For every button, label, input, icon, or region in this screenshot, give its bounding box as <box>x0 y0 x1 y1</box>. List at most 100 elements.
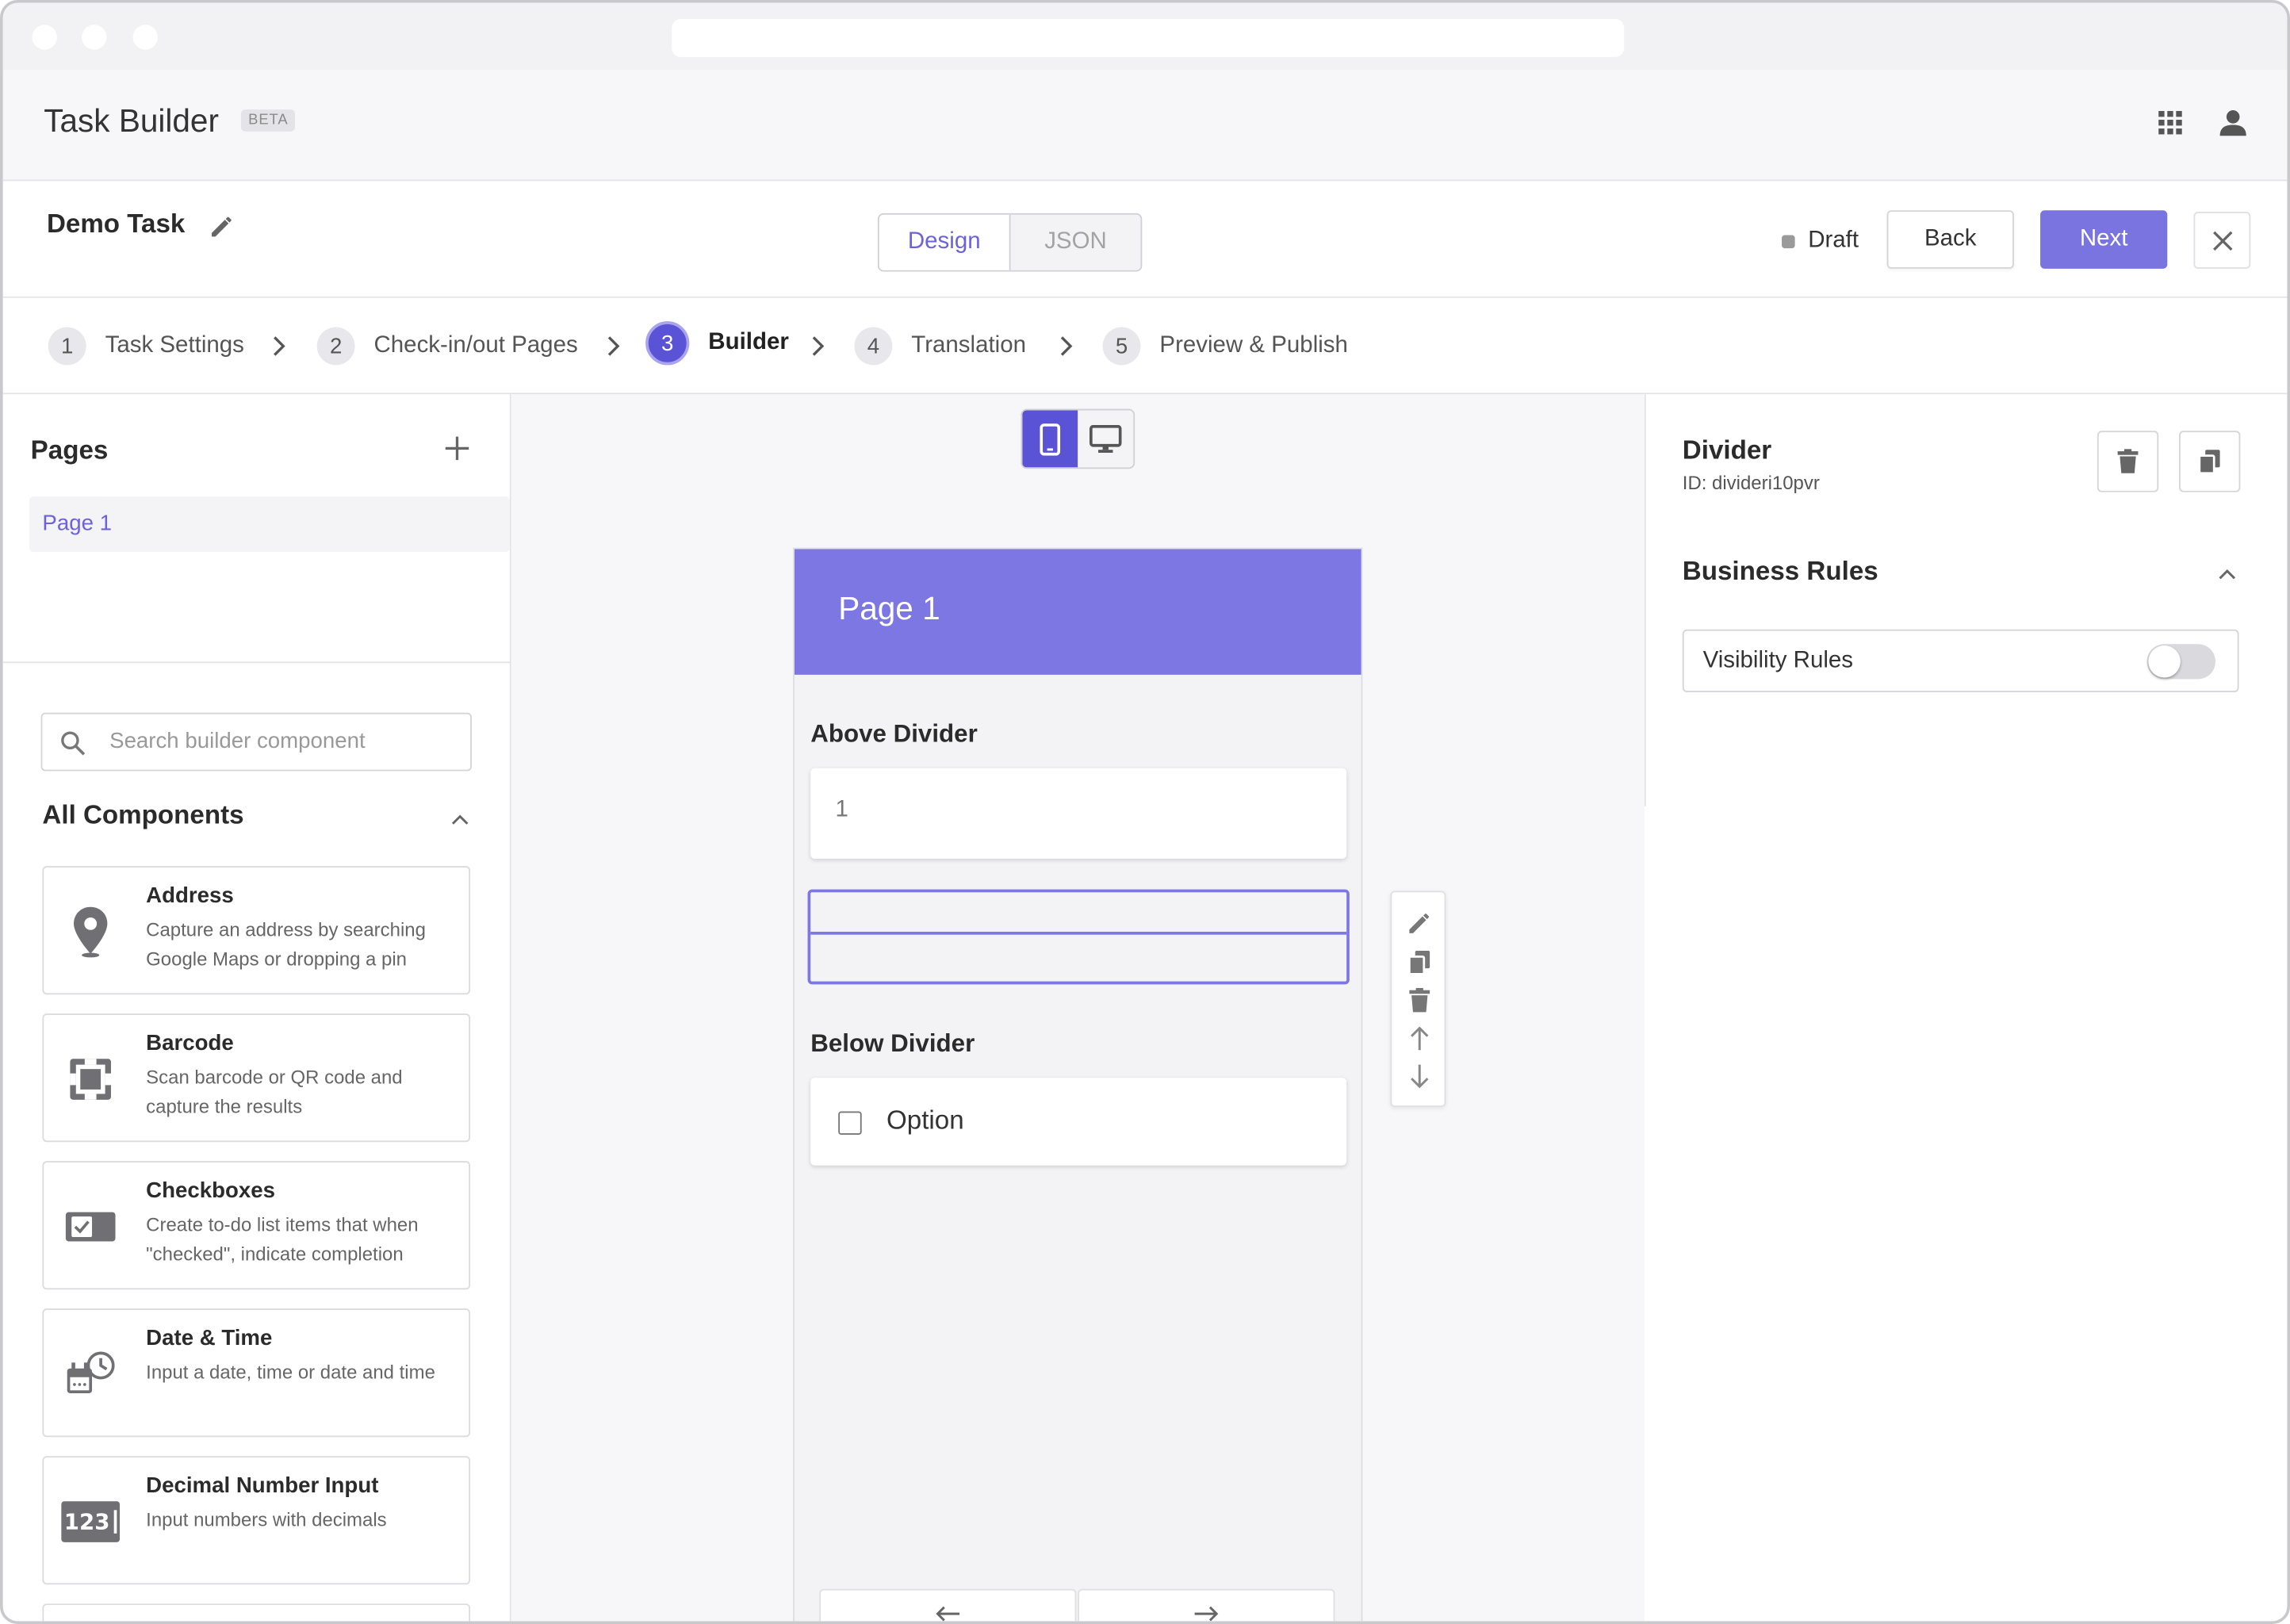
component-card-date-time[interactable]: Date & Time Input a date, time or date a… <box>42 1308 471 1438</box>
component-card-checkboxes[interactable]: Checkboxes Create to-do list items that … <box>42 1161 471 1290</box>
component-name: Divider <box>1682 435 1772 465</box>
component-description: Create to-do list items that when "check… <box>146 1213 419 1265</box>
step-translation[interactable]: 4 Translation <box>854 326 1026 367</box>
component-title: Address <box>146 883 234 909</box>
pages-heading: Pages <box>30 435 109 465</box>
arrow-left-icon <box>936 1606 960 1622</box>
mobile-preview: Page 1 Above Divider 1 Below Divider Opt… <box>793 547 1363 1622</box>
step-builder[interactable]: 3 Builder <box>645 321 789 366</box>
step-task-settings[interactable]: 1 Task Settings <box>48 326 244 367</box>
search-icon <box>61 731 86 756</box>
window-maximize-dot[interactable] <box>132 25 158 50</box>
window-close-dot[interactable] <box>32 25 57 50</box>
visibility-rules-row: Visibility Rules <box>1682 629 2239 692</box>
chevron-up-icon[interactable] <box>2217 567 2238 581</box>
user-account-icon[interactable] <box>2214 104 2252 142</box>
next-button[interactable]: Next <box>2040 210 2168 269</box>
edit-name-pencil-icon[interactable] <box>206 210 239 243</box>
delete-component-button[interactable] <box>2097 431 2159 492</box>
step-preview-publish[interactable]: 5 Preview & Publish <box>1102 326 1348 367</box>
next-page-button[interactable] <box>1078 1588 1335 1622</box>
close-icon <box>2212 230 2232 251</box>
component-search-input[interactable]: Search builder component <box>40 712 472 772</box>
address-bar[interactable] <box>672 18 1625 57</box>
copy-component-button[interactable] <box>2179 431 2241 492</box>
previous-page-button[interactable] <box>819 1588 1077 1622</box>
component-description: Capture an address by searching Google M… <box>146 918 426 970</box>
step-number: 1 <box>48 327 86 366</box>
step-number: 5 <box>1102 327 1141 366</box>
chevron-right-icon <box>607 336 620 356</box>
checkbox-field[interactable]: Option <box>810 1078 1347 1166</box>
duplicate-icon[interactable] <box>1405 948 1434 977</box>
add-page-button[interactable] <box>441 432 473 472</box>
number-input-icon-text: 123 <box>63 1508 110 1535</box>
desktop-view-button[interactable] <box>1078 410 1134 468</box>
step-label: Builder <box>708 330 789 355</box>
below-divider-label: Below Divider <box>810 1029 975 1058</box>
page-title: Page 1 <box>838 590 940 627</box>
duplicate-icon <box>2198 450 2220 475</box>
step-check-in-out-pages[interactable]: 2 Check-in/out Pages <box>316 326 578 367</box>
step-number: 2 <box>316 327 355 366</box>
apps-grid-icon[interactable] <box>2153 105 2188 140</box>
left-sidebar: Pages Page 1 Search builder component Al… <box>2 394 511 1622</box>
move-down-arrow-icon[interactable] <box>1405 1062 1434 1091</box>
close-button[interactable] <box>2193 212 2251 269</box>
option-checkbox[interactable] <box>838 1111 862 1136</box>
arrow-right-icon <box>1194 1606 1219 1622</box>
visibility-rules-toggle[interactable] <box>2146 644 2216 680</box>
page-list-item[interactable]: Page 1 <box>29 496 510 553</box>
window-minimize-dot[interactable] <box>82 25 107 50</box>
divider-line <box>810 932 1347 935</box>
component-card-address[interactable]: Address Capture an address by searching … <box>42 866 471 995</box>
component-title: Checkboxes <box>146 1178 275 1204</box>
component-title: Date & Time <box>146 1326 273 1351</box>
selected-divider[interactable] <box>807 889 1350 985</box>
tab-json[interactable]: JSON <box>1010 214 1141 270</box>
above-divider-input[interactable]: 1 <box>810 768 1347 859</box>
step-number: 3 <box>645 321 690 366</box>
component-card-decimal-number-input[interactable]: 123 Decimal Number Input Input numbers w… <box>42 1456 471 1585</box>
option-label: Option <box>886 1105 964 1136</box>
edit-pencil-icon[interactable] <box>1405 909 1434 938</box>
mobile-view-button[interactable] <box>1022 410 1078 468</box>
checkbox-icon <box>61 1197 120 1256</box>
chevron-up-icon[interactable] <box>450 812 470 826</box>
step-label: Preview & Publish <box>1159 332 1348 358</box>
back-button[interactable]: Back <box>1886 210 2014 269</box>
component-description: Scan barcode or QR code and capture the … <box>146 1066 403 1117</box>
toggle-knob <box>2148 645 2181 678</box>
step-label: Task Settings <box>105 332 244 358</box>
beta-badge: BETA <box>240 109 296 132</box>
task-name: Demo Task <box>46 209 186 239</box>
progress-stepper: 1 Task Settings 2 Check-in/out Pages 3 B… <box>2 297 2288 395</box>
step-number: 4 <box>854 327 893 366</box>
move-up-arrow-icon[interactable] <box>1405 1024 1434 1053</box>
component-card-next[interactable] <box>42 1603 471 1622</box>
component-title: Decimal Number Input <box>146 1473 379 1499</box>
status-text: Draft <box>1808 228 1859 253</box>
step-label: Check-in/out Pages <box>373 332 578 358</box>
component-card-barcode[interactable]: Barcode Scan barcode or QR code and capt… <box>42 1013 471 1143</box>
properties-panel: Divider ID: divideri10pvr Business Rules… <box>1644 394 2288 1622</box>
number-input-icon-badge: 123 <box>61 1501 121 1542</box>
component-description: Input a date, time or date and time <box>146 1361 435 1384</box>
component-title: Barcode <box>146 1031 234 1056</box>
task-toolbar: Demo Task Design JSON Draft Back Next <box>2 181 2288 298</box>
barcode-scan-icon <box>61 1050 120 1109</box>
plus-icon <box>445 436 469 461</box>
app-header: Task Builder BETA <box>2 70 2288 182</box>
status-indicator-icon <box>1782 235 1795 249</box>
step-label: Translation <box>911 332 1027 358</box>
above-divider-label: Above Divider <box>810 719 978 748</box>
tab-design[interactable]: Design <box>879 214 1011 270</box>
page-item-label: Page 1 <box>42 511 112 536</box>
browser-chrome <box>2 2 2288 71</box>
trash-icon[interactable] <box>1405 986 1434 1015</box>
device-toggle <box>1021 408 1135 469</box>
calendar-clock-icon <box>61 1345 120 1404</box>
builder-canvas: Page 1 Above Divider 1 Below Divider Opt… <box>511 394 1645 1622</box>
input-value: 1 <box>835 797 848 822</box>
number-input-icon: 123 <box>61 1492 121 1551</box>
